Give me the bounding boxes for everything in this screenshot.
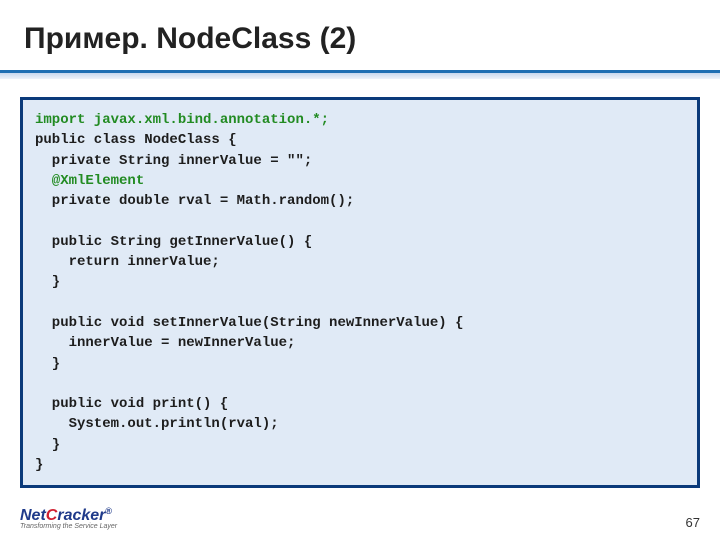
code-line: } bbox=[35, 274, 60, 290]
footer: NetCracker® Transforming the Service Lay… bbox=[20, 507, 700, 530]
code-line: public void print() { bbox=[35, 396, 228, 412]
logo-registered-icon: ® bbox=[105, 506, 112, 516]
code-line: System.out.println(rval); bbox=[35, 416, 279, 432]
code-line: } bbox=[35, 437, 60, 453]
page-number: 67 bbox=[686, 515, 700, 530]
code-line: } bbox=[35, 356, 60, 372]
code-line: public class NodeClass { bbox=[35, 132, 237, 148]
code-line: innerValue = newInnerValue; bbox=[35, 335, 295, 351]
divider bbox=[0, 70, 720, 79]
code-block: import javax.xml.bind.annotation.*; publ… bbox=[20, 97, 700, 488]
logo-tagline: Transforming the Service Layer bbox=[20, 523, 117, 530]
code-line: } bbox=[35, 457, 43, 473]
logo: NetCracker® Transforming the Service Lay… bbox=[20, 507, 117, 530]
code-line: private String innerValue = ""; bbox=[35, 153, 312, 169]
divider-gradient bbox=[0, 73, 720, 79]
code-line: @XmlElement bbox=[35, 173, 144, 189]
code-line: private double rval = Math.random(); bbox=[35, 193, 354, 209]
code-line: public String getInnerValue() { bbox=[35, 234, 312, 250]
slide-title: Пример. NodeClass (2) bbox=[0, 0, 720, 56]
code-line: public void setInnerValue(String newInne… bbox=[35, 315, 463, 331]
code-line: import javax.xml.bind.annotation.*; bbox=[35, 112, 329, 128]
code-line: return innerValue; bbox=[35, 254, 220, 270]
